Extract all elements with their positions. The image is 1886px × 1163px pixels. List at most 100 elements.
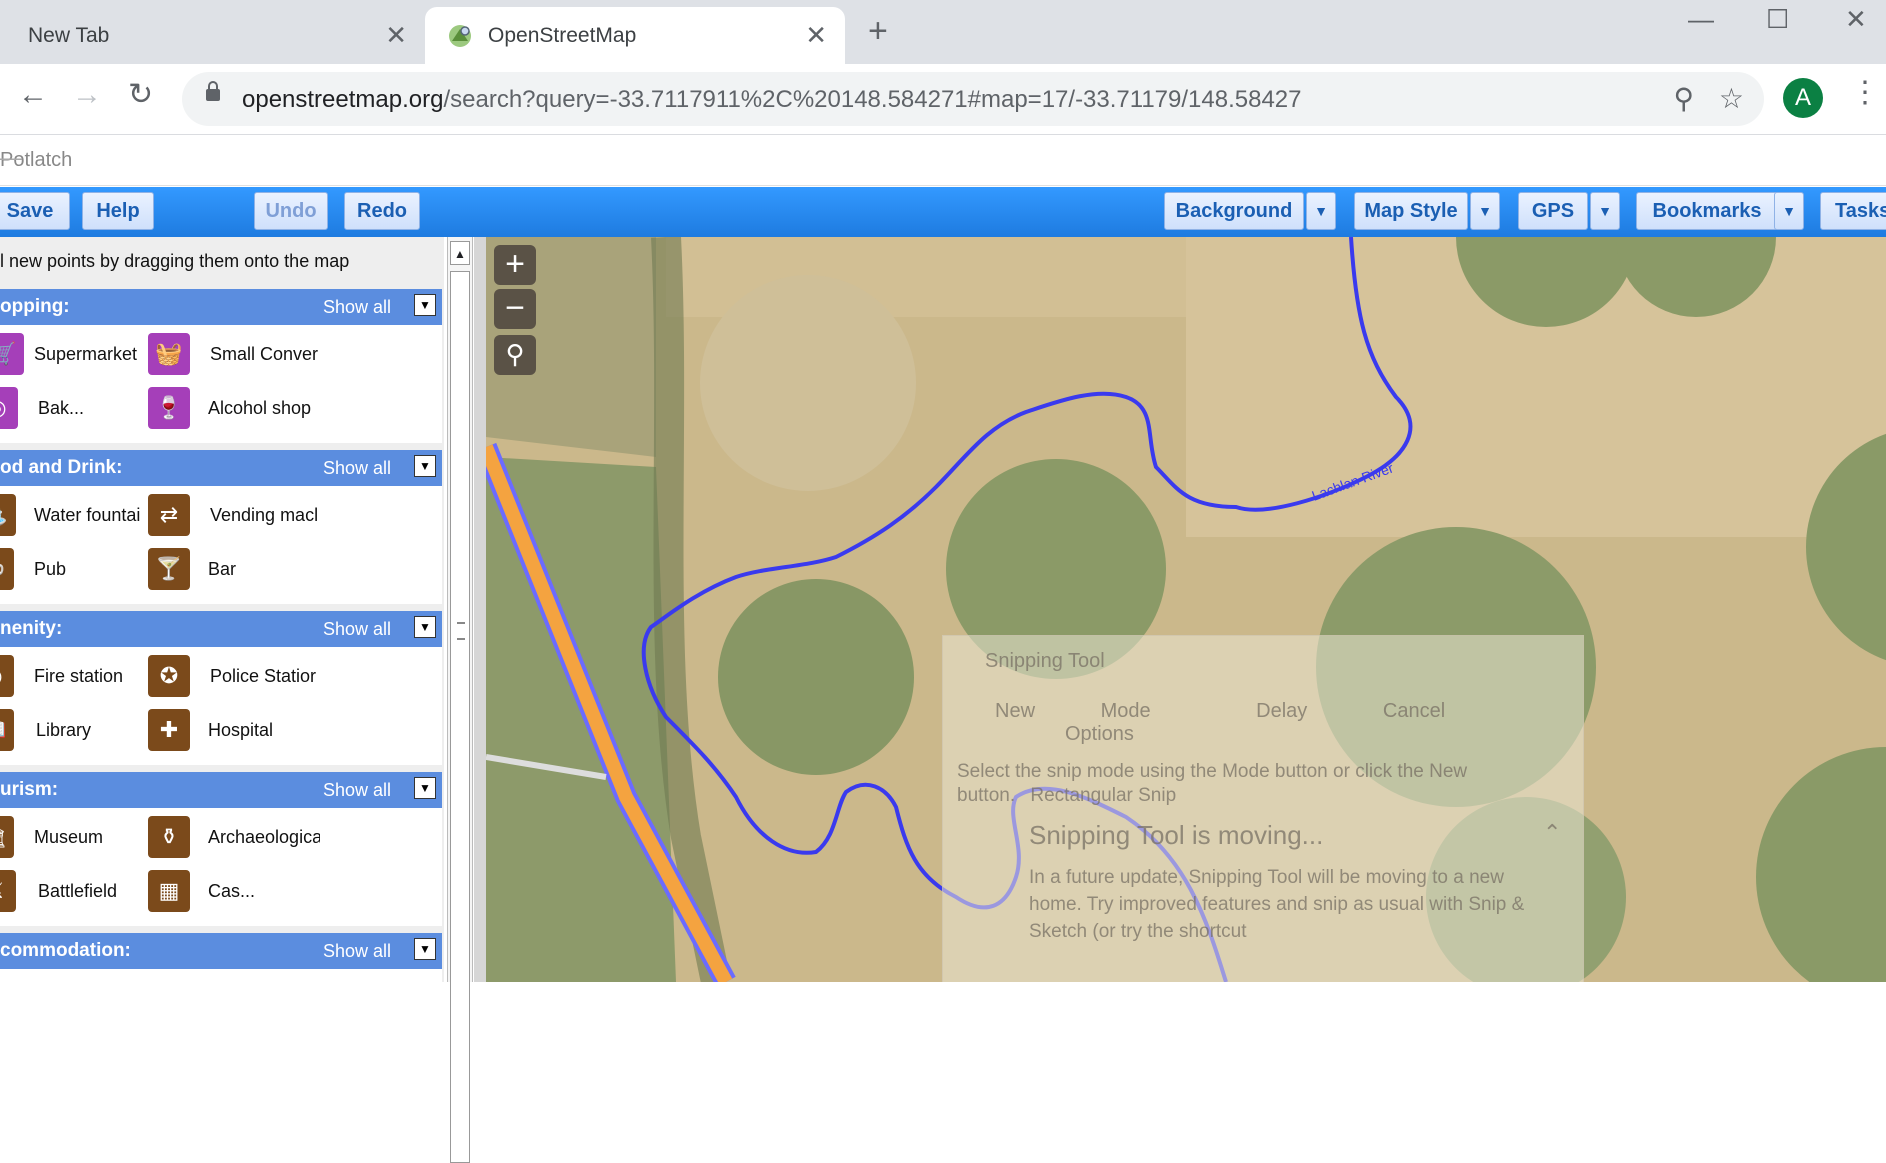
chevron-down-icon[interactable]: ▼ [1470, 192, 1500, 230]
url-text[interactable]: openstreetmap.org/search?query=-33.71179… [242, 86, 1302, 114]
feature-pub[interactable]: 🍺 Pub [0, 548, 94, 590]
palette-scrollbar[interactable]: ▲ [447, 237, 473, 1163]
undo-button[interactable]: Undo [254, 192, 328, 230]
snipping-tool-window[interactable]: Snipping Tool New Mode Delay Cancel Opti… [942, 635, 1584, 982]
chevron-down-icon[interactable]: ▼ [1774, 192, 1804, 230]
minimize-icon[interactable]: — [1688, 4, 1714, 35]
kebab-menu-icon[interactable]: ⋮ [1850, 78, 1880, 108]
category-title: opping: [0, 296, 70, 317]
feature-museum[interactable]: 🏛 Museum [0, 816, 134, 858]
feature-bakery[interactable]: ◎ Bak... [0, 387, 128, 429]
feature-battlefield[interactable]: ⚔ Battlefield [0, 870, 148, 912]
scroll-up-icon[interactable]: ▲ [450, 241, 470, 265]
feature-label: Library [36, 719, 92, 740]
show-all-link[interactable]: Show all [323, 297, 391, 318]
show-all-link[interactable]: Show all [323, 458, 391, 479]
basket-icon: 🧺 [148, 333, 190, 375]
feature-label: Museum [34, 826, 104, 847]
feature-archaeological-site[interactable]: ⚱ Archaeologica [148, 816, 320, 858]
collapse-toggle-icon[interactable]: ▼ [414, 455, 436, 477]
options-button[interactable]: Options [1065, 723, 1134, 745]
star-icon[interactable]: ☆ [1719, 82, 1744, 115]
minimize-icon[interactable]: — [0, 145, 1846, 171]
zoom-icon[interactable]: ⚲ [1673, 82, 1694, 115]
feature-vending-machine[interactable]: ⇄ Vending macl [148, 494, 320, 536]
feature-castle[interactable]: ▦ Cas... [148, 870, 288, 912]
cancel-button[interactable]: Cancel [1383, 700, 1445, 722]
back-icon[interactable]: ← [18, 80, 48, 110]
app-toolbar: Save Help Undo Redo Background ▼ Map Sty… [0, 187, 1886, 237]
swords-icon: ⚔ [0, 870, 16, 912]
search-icon[interactable]: ⚲ [494, 335, 536, 375]
palette-hint: l new points by dragging them onto the m… [0, 251, 350, 271]
bottle-icon: 🍷 [148, 387, 190, 429]
tab-title: New Tab [28, 23, 110, 47]
address-bar[interactable]: openstreetmap.org/search?query=-33.71179… [182, 72, 1764, 126]
feature-label: Hospital [208, 719, 274, 740]
bookmarks-button[interactable]: Bookmarks [1636, 192, 1778, 230]
feature-label: Fire station [34, 665, 124, 686]
category-title: nenity: [0, 618, 63, 639]
feature-hospital[interactable]: ✚ Hospital [148, 709, 318, 751]
feature-water-fountain[interactable]: ⛲ Water fountai [0, 494, 144, 536]
feature-supermarket[interactable]: 🛒 Supermarket [0, 333, 140, 375]
new-snip-button[interactable]: New [995, 700, 1035, 722]
grip-icon [457, 622, 465, 640]
collapse-toggle-icon[interactable]: ▼ [414, 938, 436, 960]
tab-openstreetmap[interactable]: OpenStreetMap ✕ [425, 7, 845, 64]
zoom-out-button[interactable]: − [494, 289, 536, 329]
category-title: commodation: [0, 940, 131, 961]
mode-button[interactable]: Mode [1101, 700, 1151, 722]
feature-label: Alcohol shop [208, 397, 312, 418]
chevron-up-icon[interactable]: ⌃ [1543, 820, 1561, 846]
new-tab-button[interactable]: + [868, 14, 888, 48]
feature-fire-station[interactable]: ◉ Fire station [0, 655, 144, 697]
redo-button[interactable]: Redo [344, 192, 420, 230]
category-header: urism: Show all ▼ [0, 772, 442, 808]
category-title: od and Drink: [0, 457, 123, 478]
book-icon: 📖 [0, 709, 14, 751]
castle-icon: ▦ [148, 870, 190, 912]
snipping-tool-title: Snipping Tool [985, 650, 1105, 672]
collapse-toggle-icon[interactable]: ▼ [414, 777, 436, 799]
close-icon[interactable]: ✕ [805, 20, 827, 51]
map-canvas[interactable]: Lachlan River + − ⚲ Snipping Tool New Mo… [486, 237, 1886, 982]
background-button[interactable]: Background [1164, 192, 1304, 230]
show-all-link[interactable]: Show all [323, 941, 391, 962]
feature-label: Battlefield [38, 880, 118, 901]
tab-strip: New Tab ✕ OpenStreetMap ✕ + — ☐ ✕ [0, 0, 1886, 64]
collapse-toggle-icon[interactable]: ▼ [414, 294, 436, 316]
maximize-icon[interactable]: ☐ [1766, 4, 1789, 35]
panel-splitter[interactable] [474, 237, 486, 982]
map-style-button[interactable]: Map Style [1354, 192, 1468, 230]
tab-new-tab[interactable]: New Tab ✕ [0, 7, 425, 64]
category-items: 🛒 Supermarket 🧺 Small Conver ◎ Bak... 🍷 … [0, 325, 442, 443]
forward-icon[interactable]: → [72, 80, 102, 110]
chevron-down-icon[interactable]: ▼ [1306, 192, 1336, 230]
show-all-link[interactable]: Show all [323, 780, 391, 801]
avatar[interactable]: A [1783, 78, 1823, 118]
delay-button[interactable]: Delay [1256, 700, 1307, 722]
zoom-in-button[interactable]: + [494, 245, 536, 285]
tasks-button[interactable]: Tasks [1820, 192, 1886, 230]
feature-police-station[interactable]: ✪ Police Statior [148, 655, 320, 697]
window-close-icon[interactable]: ✕ [1845, 4, 1867, 35]
snipping-tool-description: Select the snip mode using the Mode butt… [957, 760, 1517, 808]
show-all-link[interactable]: Show all [323, 619, 391, 640]
feature-small-convenience[interactable]: 🧺 Small Conver [148, 333, 320, 375]
help-button[interactable]: Help [82, 192, 154, 230]
category-accommodation: commodation: Show all ▼ [0, 933, 442, 982]
category-header: opping: Show all ▼ [0, 289, 442, 325]
scrollbar-thumb[interactable] [450, 271, 470, 1163]
feature-label: Small Conver [210, 343, 319, 364]
gps-button[interactable]: GPS [1518, 192, 1588, 230]
feature-alcohol-shop[interactable]: 🍷 Alcohol shop [148, 387, 328, 429]
reload-icon[interactable]: ↻ [128, 80, 153, 110]
close-icon[interactable]: ✕ [385, 20, 407, 51]
collapse-toggle-icon[interactable]: ▼ [414, 616, 436, 638]
save-button[interactable]: Save [0, 192, 70, 230]
chevron-down-icon[interactable]: ▼ [1590, 192, 1620, 230]
feature-bar[interactable]: 🍸 Bar [148, 548, 268, 590]
feature-palette: l new points by dragging them onto the m… [0, 237, 444, 982]
feature-library[interactable]: 📖 Library [0, 709, 126, 751]
